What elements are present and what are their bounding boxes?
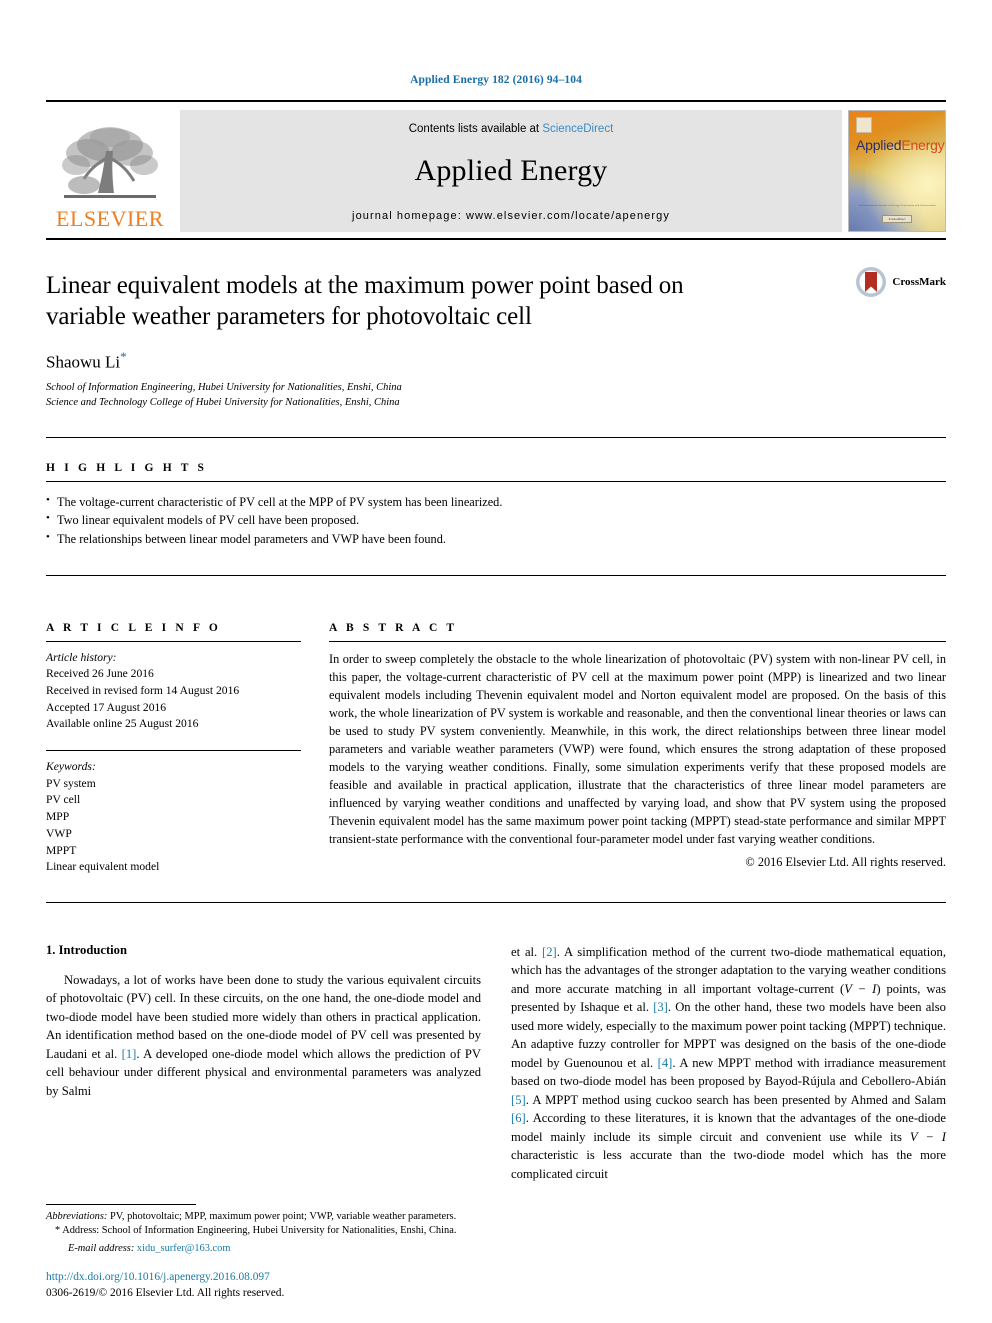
info-abstract-row: A R T I C L E I N F O Article history: R… (46, 606, 946, 876)
intro-right-text-f: . A MPPT method using cuckoo search has … (525, 1092, 946, 1107)
article-history-group: Article history: Received 26 June 2016 R… (46, 650, 301, 733)
intro-right-text-g: . According to these literatures, it is … (511, 1111, 946, 1144)
history-received: Received 26 June 2016 (46, 667, 154, 681)
footnotes-block: Abbreviations: PV, photovoltaic; MPP, ma… (46, 1203, 481, 1257)
formula-v-minus-i-1: V − I (844, 981, 877, 996)
affiliation-1: School of Information Engineering, Hubei… (46, 382, 402, 394)
abstract-text: In order to sweep completely the obstacl… (329, 651, 946, 847)
keywords-group: Keywords: PV system PV cell MPP VWP MPPT… (46, 750, 301, 876)
footnote-abbreviations: Abbreviations: PV, photovoltaic; MPP, ma… (46, 1210, 481, 1225)
author-corresponding-marker: * (120, 348, 127, 364)
cover-footer: An International Journal of Energy Conve… (849, 204, 945, 225)
email-link[interactable]: xidu_surfer@163.com (137, 1243, 231, 1254)
journal-homepage[interactable]: journal homepage: www.elsevier.com/locat… (352, 210, 670, 222)
highlights-list: The voltage-current characteristic of PV… (46, 492, 946, 549)
article-page: Applied Energy 182 (2016) 94–104 ELSEVIE… (0, 0, 992, 1323)
abstract-column: A B S T R A C T In order to sweep comple… (329, 606, 946, 876)
affiliations: School of Information Engineering, Hubei… (46, 380, 946, 410)
section-title-introduction: 1. Introduction (46, 942, 127, 957)
issn-copyright-line: 0306-2619/© 2016 Elsevier Ltd. All right… (46, 1286, 285, 1299)
body-column-left: 1. Introduction Nowadays, a lot of works… (46, 943, 481, 1184)
contents-available-line: Contents lists available at ScienceDirec… (409, 123, 614, 135)
intro-right-text-a: et al. (511, 944, 543, 959)
cover-footer-line2: ScienceDirect (881, 215, 913, 223)
intro-paragraph-left: Nowadays, a lot of works have been done … (46, 971, 481, 1101)
highlights-top-rule (46, 436, 946, 438)
contents-prefix: Contents lists available at (408, 123, 543, 135)
journal-band: Contents lists available at ScienceDirec… (180, 110, 842, 232)
running-head: Applied Energy 182 (2016) 94–104 (410, 74, 582, 86)
citation-ref-1[interactable]: [1] (122, 1047, 137, 1061)
citation-ref-4[interactable]: [4] (658, 1056, 673, 1070)
doi-link[interactable]: http://dx.doi.org/10.1016/j.apenergy.201… (46, 1269, 284, 1285)
intro-right-text-h: characteristic is less accurate than the… (511, 1148, 946, 1181)
intro-paragraph-right: et al. [2]. A simplification method of t… (511, 943, 946, 1184)
list-item: The relationships between linear model p… (46, 529, 946, 549)
doi-block: http://dx.doi.org/10.1016/j.apenergy.201… (46, 1269, 284, 1301)
footnote-email: E-mail address: xidu_surfer@163.com (46, 1242, 481, 1257)
article-history-label: Article history: (46, 650, 117, 664)
keyword-item: MPPT (46, 843, 77, 857)
affiliation-2: Science and Technology College of Hubei … (46, 397, 400, 409)
body-top-rule (46, 901, 946, 903)
footnote-rule (46, 1203, 196, 1205)
abstract-heading: A B S T R A C T (329, 621, 458, 634)
highlights-heading: H I G H L I G H T S (46, 461, 208, 474)
journal-name: Applied Energy (414, 154, 608, 187)
masthead-top-rule (46, 100, 946, 102)
keyword-item: PV cell (46, 793, 81, 807)
citation-ref-3[interactable]: [3] (653, 1000, 668, 1014)
page-title: Linear equivalent models at the maximum … (46, 272, 684, 331)
keywords-label: Keywords: (46, 760, 96, 774)
cover-title-applied: Applied (856, 137, 902, 153)
cover-footer-line1: An International Journal of Energy Conve… (858, 204, 936, 207)
keyword-item: Linear equivalent model (46, 860, 160, 874)
address-text: Address: School of Information Engineeri… (60, 1225, 457, 1237)
info-top-rule (46, 574, 946, 576)
body-columns: 1. Introduction Nowadays, a lot of works… (46, 943, 946, 1184)
list-item: Two linear equivalent models of PV cell … (46, 510, 946, 530)
footnote-address: * Address: School of Information Enginee… (46, 1224, 481, 1239)
email-label: E-mail address: (68, 1243, 135, 1255)
author-name: Shaowu Li (46, 352, 121, 372)
abstract-underline (329, 640, 946, 642)
cover-publisher-badge-icon (856, 117, 872, 133)
keyword-item: PV system (46, 776, 96, 790)
elsevier-logo: ELSEVIER (46, 110, 174, 232)
body-column-right: et al. [2]. A simplification method of t… (511, 943, 946, 1184)
list-item: The voltage-current characteristic of PV… (46, 492, 946, 512)
citation-ref-5[interactable]: [5] (511, 1093, 526, 1107)
article-info-heading: A R T I C L E I N F O (46, 621, 221, 634)
author-list: Shaowu Li* (46, 349, 946, 373)
citation-ref-2[interactable]: [2] (542, 945, 557, 959)
crossmark-label: CrossMark (892, 276, 946, 288)
highlights-underline (46, 480, 946, 482)
history-revised: Received in revised form 14 August 2016 (46, 684, 240, 698)
article-info-underline (46, 640, 301, 642)
journal-masthead: ELSEVIER Contents lists available at Sci… (46, 110, 946, 232)
crossmark-badge[interactable]: CrossMark (855, 266, 946, 298)
crossmark-icon (856, 267, 887, 297)
cover-title: AppliedEnergy (856, 137, 945, 153)
formula-v-minus-i-2: V − I (909, 1129, 946, 1144)
abbreviations-text: PV, photovoltaic; MPP, maximum power poi… (107, 1210, 457, 1222)
title-block: CrossMark Linear equivalent models at th… (46, 240, 946, 411)
history-online: Available online 25 August 2016 (46, 717, 199, 731)
abbreviations-label: Abbreviations: (46, 1210, 108, 1222)
elsevier-wordmark: ELSEVIER (56, 206, 164, 231)
history-accepted: Accepted 17 August 2016 (46, 700, 167, 714)
keyword-item: MPP (46, 810, 70, 824)
journal-cover-image: AppliedEnergy An International Journal o… (848, 110, 946, 232)
abstract-copyright: © 2016 Elsevier Ltd. All rights reserved… (745, 855, 946, 870)
highlights-section: H I G H L I G H T S The voltage-current … (46, 436, 946, 549)
sciencedirect-link[interactable]: ScienceDirect (542, 123, 613, 135)
keyword-item: VWP (46, 826, 72, 840)
citation-ref-6[interactable]: [6] (511, 1111, 526, 1125)
elsevier-tree-icon (62, 127, 158, 198)
cover-title-energy: Energy (901, 137, 945, 153)
article-info-column: A R T I C L E I N F O Article history: R… (46, 606, 301, 876)
